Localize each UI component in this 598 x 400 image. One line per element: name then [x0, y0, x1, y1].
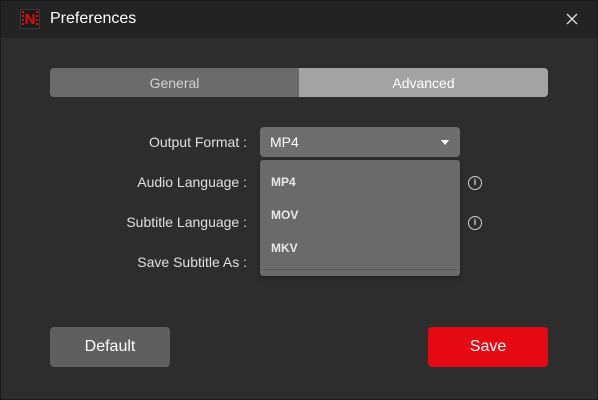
tab-general[interactable]: General: [50, 68, 299, 97]
tab-bar: General Advanced: [50, 68, 548, 97]
app-logo-icon: N: [20, 9, 40, 29]
window-title: Preferences: [50, 10, 137, 27]
dropdown-option-mkv[interactable]: MKV: [271, 241, 298, 255]
close-icon[interactable]: [563, 10, 581, 28]
audio-language-label: Audio Language :: [137, 174, 247, 190]
default-button[interactable]: Default: [50, 327, 170, 367]
save-subtitle-label: Save Subtitle As :: [137, 254, 247, 270]
subtitle-language-info-icon[interactable]: i: [468, 216, 482, 230]
preferences-window: N Preferences General Advanced Output Fo…: [0, 0, 598, 400]
output-format-dropdown: MP4 MOV MKV: [260, 160, 460, 276]
chevron-down-icon: [441, 140, 449, 145]
audio-language-info-icon[interactable]: i: [468, 176, 482, 190]
output-format-label: Output Format :: [148, 134, 247, 150]
tab-advanced[interactable]: Advanced: [299, 68, 548, 97]
title-bar: N Preferences: [1, 1, 597, 38]
app-logo-letter: N: [24, 11, 36, 28]
dropdown-option-mov[interactable]: MOV: [271, 208, 298, 222]
subtitle-language-label: Subtitle Language :: [126, 214, 247, 230]
save-button[interactable]: Save: [428, 327, 548, 367]
output-format-value: MP4: [270, 134, 299, 150]
dropdown-option-mp4[interactable]: MP4: [271, 175, 296, 189]
output-format-select[interactable]: MP4: [260, 127, 460, 157]
